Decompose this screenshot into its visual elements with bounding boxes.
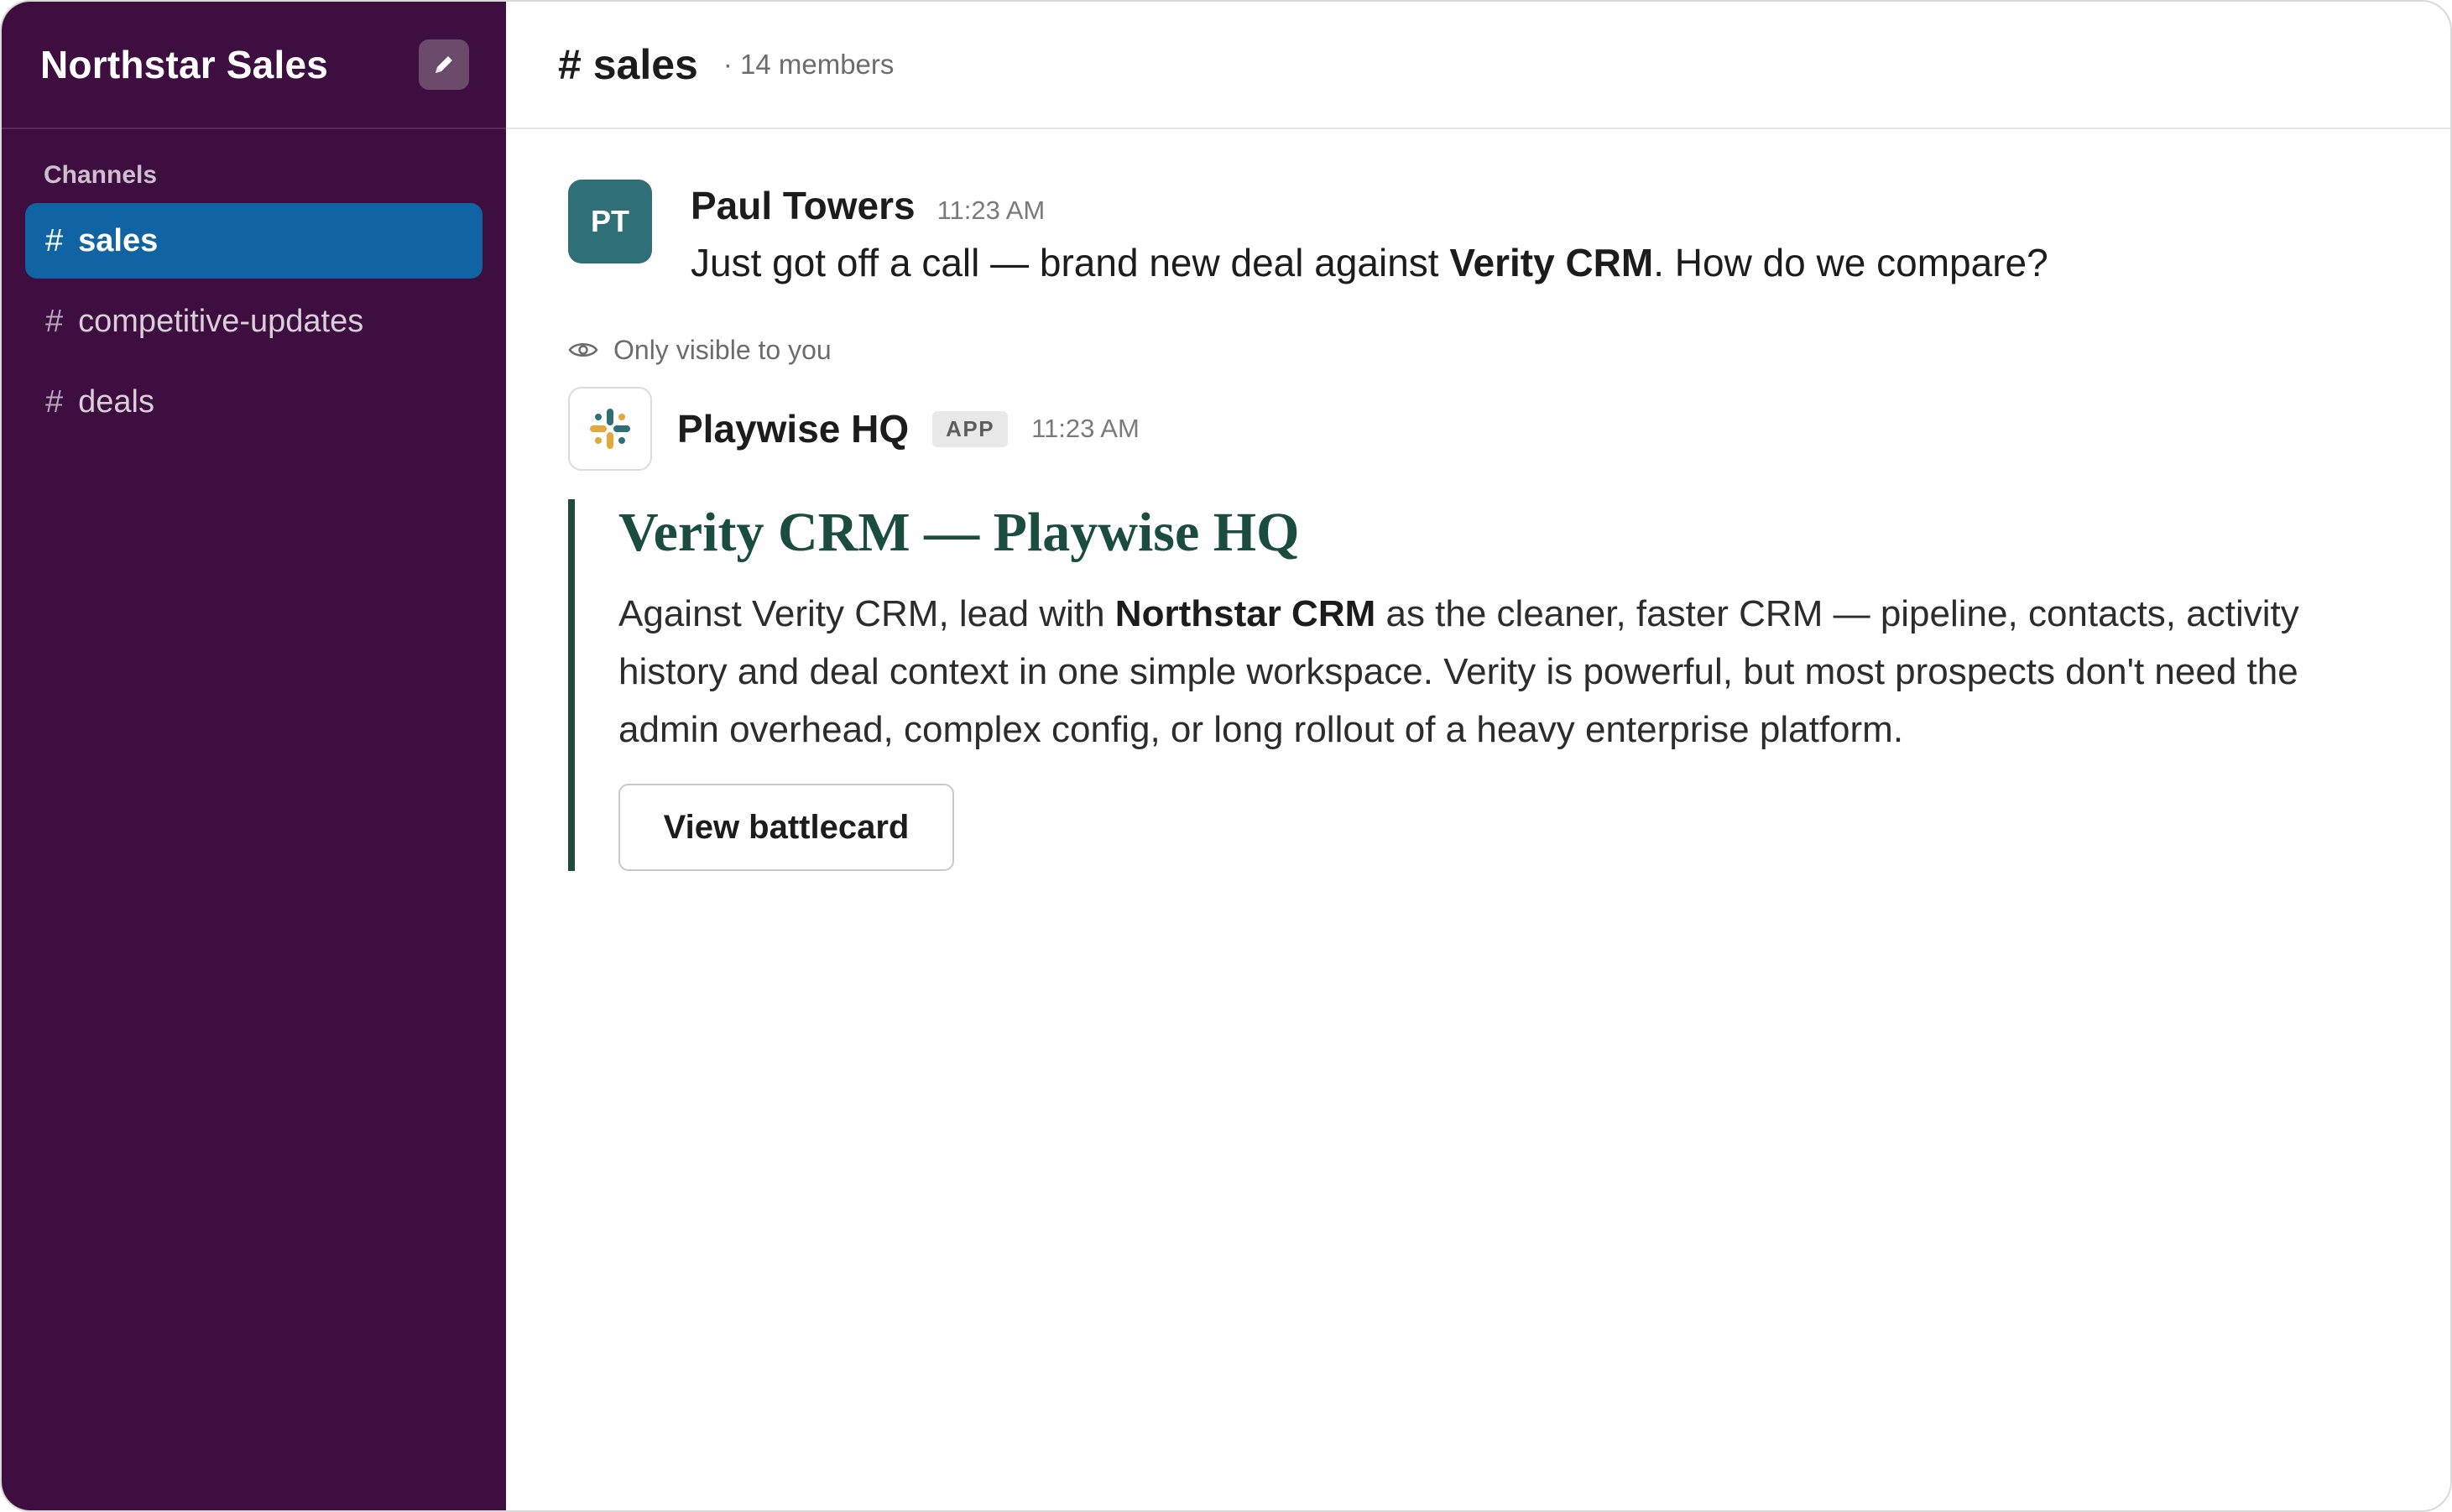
app-badge: APP [932,410,1009,447]
message-text: Just got off a call — brand new deal aga… [691,240,2048,286]
channel-label: sales [78,222,159,258]
channel-label: deals [78,383,154,420]
message-text-part: . How do we compare? [1653,241,2048,284]
message-meta: Paul Towers 11:23 AM [691,183,2048,228]
hash-icon: # [45,222,64,258]
channel-title[interactable]: # sales [558,40,698,89]
message-text-part: Just got off a call — brand new deal aga… [691,241,1450,284]
message-text-bold: Verity CRM [1449,241,1654,284]
attachment-text-bold: Northstar CRM [1114,593,1376,635]
hash-icon: # [45,303,64,339]
member-count[interactable]: · 14 members [723,49,895,81]
compose-button[interactable] [419,39,469,90]
sidebar-item-competitive-updates[interactable]: # competitive-updates [25,284,483,359]
attachment-text-part: Against Verity CRM, lead with [618,593,1115,635]
channel-list: # sales # competitive-updates # deals [2,203,506,440]
app-logo-icon [590,409,630,450]
avatar[interactable]: PT [568,180,652,263]
hash-icon: # [45,383,64,420]
workspace-name[interactable]: Northstar Sales [40,42,328,87]
app-avatar[interactable] [568,387,652,472]
message-list: PT Paul Towers 11:23 AM Just got off a c… [506,129,2450,872]
user-message: PT Paul Towers 11:23 AM Just got off a c… [568,180,2450,286]
workspace-header: Northstar Sales [2,2,506,129]
app-message-header: Playwise HQ APP 11:23 AM [568,387,2450,472]
channel-header: # sales · 14 members [506,2,2450,129]
view-battlecard-button[interactable]: View battlecard [618,784,954,872]
sidebar-item-sales[interactable]: # sales [25,203,483,279]
ephemeral-notice: Only visible to you [568,331,2450,368]
app-window: Northstar Sales Channels # sales # compe… [0,0,2452,1512]
app-author-name[interactable]: Playwise HQ [677,406,909,451]
message-body: Paul Towers 11:23 AM Just got off a call… [691,180,2048,286]
app-message-timestamp[interactable]: 11:23 AM [1031,414,1140,444]
eye-icon [568,343,598,357]
message-timestamp[interactable]: 11:23 AM [937,196,1046,226]
sidebar: Northstar Sales Channels # sales # compe… [2,2,506,1510]
sidebar-item-deals[interactable]: # deals [25,364,483,440]
author-name[interactable]: Paul Towers [691,183,916,228]
battlecard-attachment: Verity CRM — Playwise HQ Against Verity … [568,499,2314,872]
ephemeral-label: Only visible to you [613,334,832,365]
channel-label: competitive-updates [78,303,364,339]
attachment-text: Against Verity CRM, lead with Northstar … [618,585,2322,759]
attachment-title: Verity CRM — Playwise HQ [618,502,1300,564]
pencil-icon [436,56,452,73]
channel-view: # sales · 14 members PT Paul Towers 11:2… [506,2,2450,1510]
channels-section-label[interactable]: Channels [44,161,506,195]
